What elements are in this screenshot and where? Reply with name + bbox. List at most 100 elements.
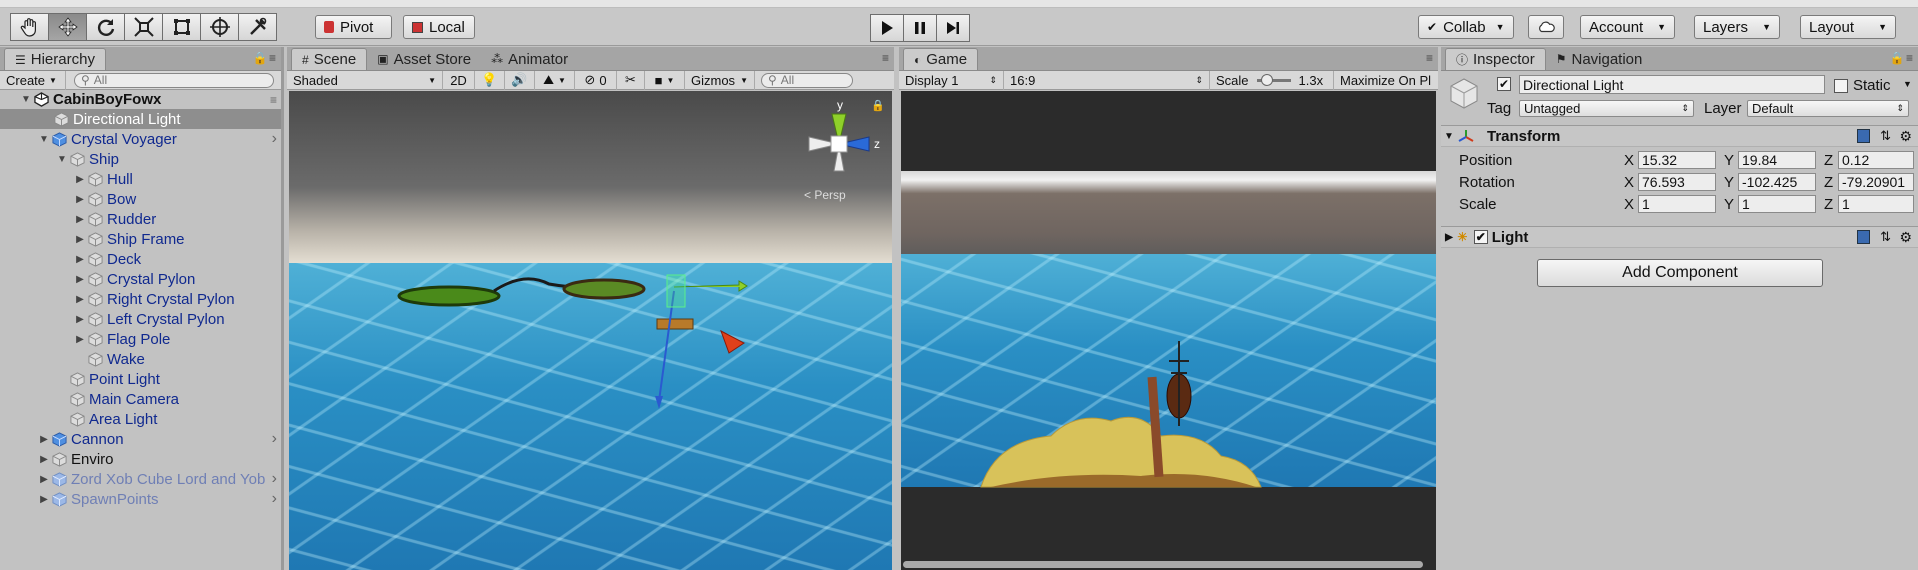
tab-animator[interactable]: ⁂ Animator xyxy=(481,48,578,70)
shading-mode-dropdown[interactable]: Shaded ▼ xyxy=(287,70,443,90)
hierarchy-item-ship[interactable]: ▼ Ship xyxy=(0,149,281,169)
scale-slider[interactable]: Scale 1.3x xyxy=(1210,70,1334,90)
layers-dropdown[interactable]: Layers ▼ xyxy=(1694,15,1780,39)
tab-navigation[interactable]: ⚑ Navigation xyxy=(1546,48,1653,70)
expand-arrow-icon[interactable]: ▶ xyxy=(74,214,86,225)
expand-arrow-icon[interactable]: ▼ xyxy=(20,94,32,105)
gizmos-dropdown[interactable]: Gizmos ▼ xyxy=(685,70,755,90)
hierarchy-item-right-crystal-pylon[interactable]: ▶ Right Crystal Pylon xyxy=(0,289,281,309)
transform-tool-button[interactable] xyxy=(200,13,239,41)
panel-menu-icon[interactable]: ≡ xyxy=(882,51,889,65)
tab-inspector[interactable]: ⓘ Inspector xyxy=(1445,48,1546,70)
active-checkbox[interactable]: ✔ xyxy=(1497,77,1511,91)
position-z-field[interactable]: 0.12 xyxy=(1838,151,1914,169)
component-gear-icon[interactable]: ⚙ xyxy=(1899,128,1912,145)
step-button[interactable] xyxy=(936,14,970,42)
scale-tool-button[interactable] xyxy=(124,13,163,41)
local-toggle-button[interactable]: Local xyxy=(403,15,475,39)
static-checkbox[interactable] xyxy=(1834,79,1848,93)
hierarchy-item-enviro[interactable]: ▶ Enviro xyxy=(0,449,281,469)
tab-asset-store[interactable]: ▣ Asset Store xyxy=(367,48,481,70)
preset-sliders-icon[interactable]: ⇅ xyxy=(1880,128,1891,144)
hierarchy-item-bow[interactable]: ▶ Bow xyxy=(0,189,281,209)
collab-dropdown[interactable]: ✔ Collab ▼ xyxy=(1418,15,1514,39)
aspect-dropdown[interactable]: 16:9 ⇕ xyxy=(1004,70,1210,90)
hierarchy-item-hull[interactable]: ▶ Hull xyxy=(0,169,281,189)
static-caret-icon[interactable]: ▼ xyxy=(1903,79,1912,89)
chevron-right-icon[interactable]: › xyxy=(272,470,277,488)
expand-arrow-icon[interactable]: ▶ xyxy=(38,474,50,485)
chevron-right-icon[interactable]: › xyxy=(272,430,277,448)
position-y-field[interactable]: 19.84 xyxy=(1738,151,1816,169)
expand-arrow-icon[interactable]: ▼ xyxy=(38,134,50,145)
hierarchy-item-area-light[interactable]: Area Light xyxy=(0,409,281,429)
chevron-right-icon[interactable]: › xyxy=(272,130,277,148)
panel-menu-icon[interactable]: 🔒 ≡ xyxy=(1890,51,1913,65)
persp-label[interactable]: < Persp xyxy=(804,188,846,202)
game-horizontal-scrollbar[interactable] xyxy=(903,561,1423,568)
hierarchy-item-left-crystal-pylon[interactable]: ▶ Left Crystal Pylon xyxy=(0,309,281,329)
tools-toggle-button[interactable]: ✂ xyxy=(617,70,645,90)
scene-viewport[interactable]: y z < Persp 🔒 xyxy=(289,91,892,570)
hierarchy-item-cannon[interactable]: ▶ Cannon › xyxy=(0,429,281,449)
scale-slider-track[interactable] xyxy=(1256,73,1291,86)
hand-tool-button[interactable] xyxy=(10,13,49,41)
hierarchy-item-directional-light[interactable]: Directional Light xyxy=(0,109,281,129)
expand-arrow-icon[interactable]: ▶ xyxy=(74,174,86,185)
hierarchy-item-rudder[interactable]: ▶ Rudder xyxy=(0,209,281,229)
scale-x-field[interactable]: 1 xyxy=(1638,195,1716,213)
expand-arrow-icon[interactable]: ▶ xyxy=(74,334,86,345)
light-header[interactable]: ▶ ☀ ✔ Light ⇅ ⚙ xyxy=(1441,226,1918,248)
rotation-x-field[interactable]: 76.593 xyxy=(1638,173,1716,191)
scene-menu-icon[interactable]: ≡ xyxy=(270,93,277,107)
expand-arrow-icon[interactable]: ▶ xyxy=(74,254,86,265)
hierarchy-item-deck[interactable]: ▶ Deck xyxy=(0,249,281,269)
account-dropdown[interactable]: Account ▼ xyxy=(1580,15,1675,39)
layer-dropdown[interactable]: Default ⇕ xyxy=(1747,100,1909,117)
add-component-button[interactable]: Add Component xyxy=(1537,259,1823,287)
display-dropdown[interactable]: Display 1 ⇕ xyxy=(899,70,1004,90)
scene-search-input[interactable]: ⚲ All xyxy=(761,72,853,88)
tag-dropdown[interactable]: Untagged ⇕ xyxy=(1519,100,1694,117)
position-x-field[interactable]: 15.32 xyxy=(1638,151,1716,169)
light-enabled-checkbox[interactable]: ✔ xyxy=(1473,230,1488,244)
hierarchy-item-main-camera[interactable]: Main Camera xyxy=(0,389,281,409)
hierarchy-item-point-light[interactable]: Point Light xyxy=(0,369,281,389)
layout-dropdown[interactable]: Layout ▼ xyxy=(1800,15,1896,39)
fold-arrow-icon[interactable]: ▶ xyxy=(1441,232,1457,243)
component-gear-icon[interactable]: ⚙ xyxy=(1899,229,1912,246)
hierarchy-item-wake[interactable]: Wake xyxy=(0,349,281,369)
expand-arrow-icon[interactable]: ▶ xyxy=(74,274,86,285)
viewport-lock-icon[interactable]: 🔒 xyxy=(871,99,885,112)
tab-game[interactable]: ◐ Game xyxy=(903,48,979,70)
hidden-objects-toggle[interactable]: ⊘ 0 xyxy=(575,70,617,90)
expand-arrow-icon[interactable]: ▼ xyxy=(56,154,68,165)
game-viewport[interactable] xyxy=(901,91,1436,570)
maximize-on-play-toggle[interactable]: Maximize On Pl xyxy=(1334,71,1438,90)
hierarchy-search-input[interactable]: ⚲ All xyxy=(74,72,274,88)
audio-toggle-button[interactable]: 🔊 xyxy=(505,70,535,90)
transform-header[interactable]: ▼ Transform ⇅ ⚙ xyxy=(1441,125,1918,147)
hierarchy-item-zord-xob[interactable]: ▶ Zord Xob Cube Lord and Yob › xyxy=(0,469,281,489)
hierarchy-item-crystal-pylon[interactable]: ▶ Crystal Pylon xyxy=(0,269,281,289)
expand-arrow-icon[interactable]: ▶ xyxy=(74,234,86,245)
tab-scene[interactable]: # Scene xyxy=(291,48,368,70)
lighting-toggle-button[interactable]: 💡 xyxy=(475,70,505,90)
pivot-toggle-button[interactable]: Pivot xyxy=(315,15,392,39)
scale-slider-thumb[interactable] xyxy=(1260,73,1273,86)
create-dropdown[interactable]: Create ▼ xyxy=(0,70,66,90)
rotation-y-field[interactable]: -102.425 xyxy=(1738,173,1816,191)
preset-sliders-icon[interactable]: ⇅ xyxy=(1880,229,1891,245)
panel-menu-icon[interactable]: 🔒 ≡ xyxy=(253,51,276,65)
rotation-z-field[interactable]: -79.20901 xyxy=(1838,173,1914,191)
expand-arrow-icon[interactable]: ▶ xyxy=(74,294,86,305)
help-book-icon[interactable] xyxy=(1857,230,1870,244)
hierarchy-item-crystal-voyager[interactable]: ▼ Crystal Voyager › xyxy=(0,129,281,149)
orientation-gizmo[interactable]: y z xyxy=(794,99,884,189)
expand-arrow-icon[interactable]: ▶ xyxy=(74,314,86,325)
move-tool-button[interactable] xyxy=(48,13,87,41)
object-name-field[interactable]: Directional Light xyxy=(1519,75,1825,94)
help-book-icon[interactable] xyxy=(1857,129,1870,143)
fold-arrow-icon[interactable]: ▼ xyxy=(1441,131,1457,142)
chevron-right-icon[interactable]: › xyxy=(272,490,277,508)
